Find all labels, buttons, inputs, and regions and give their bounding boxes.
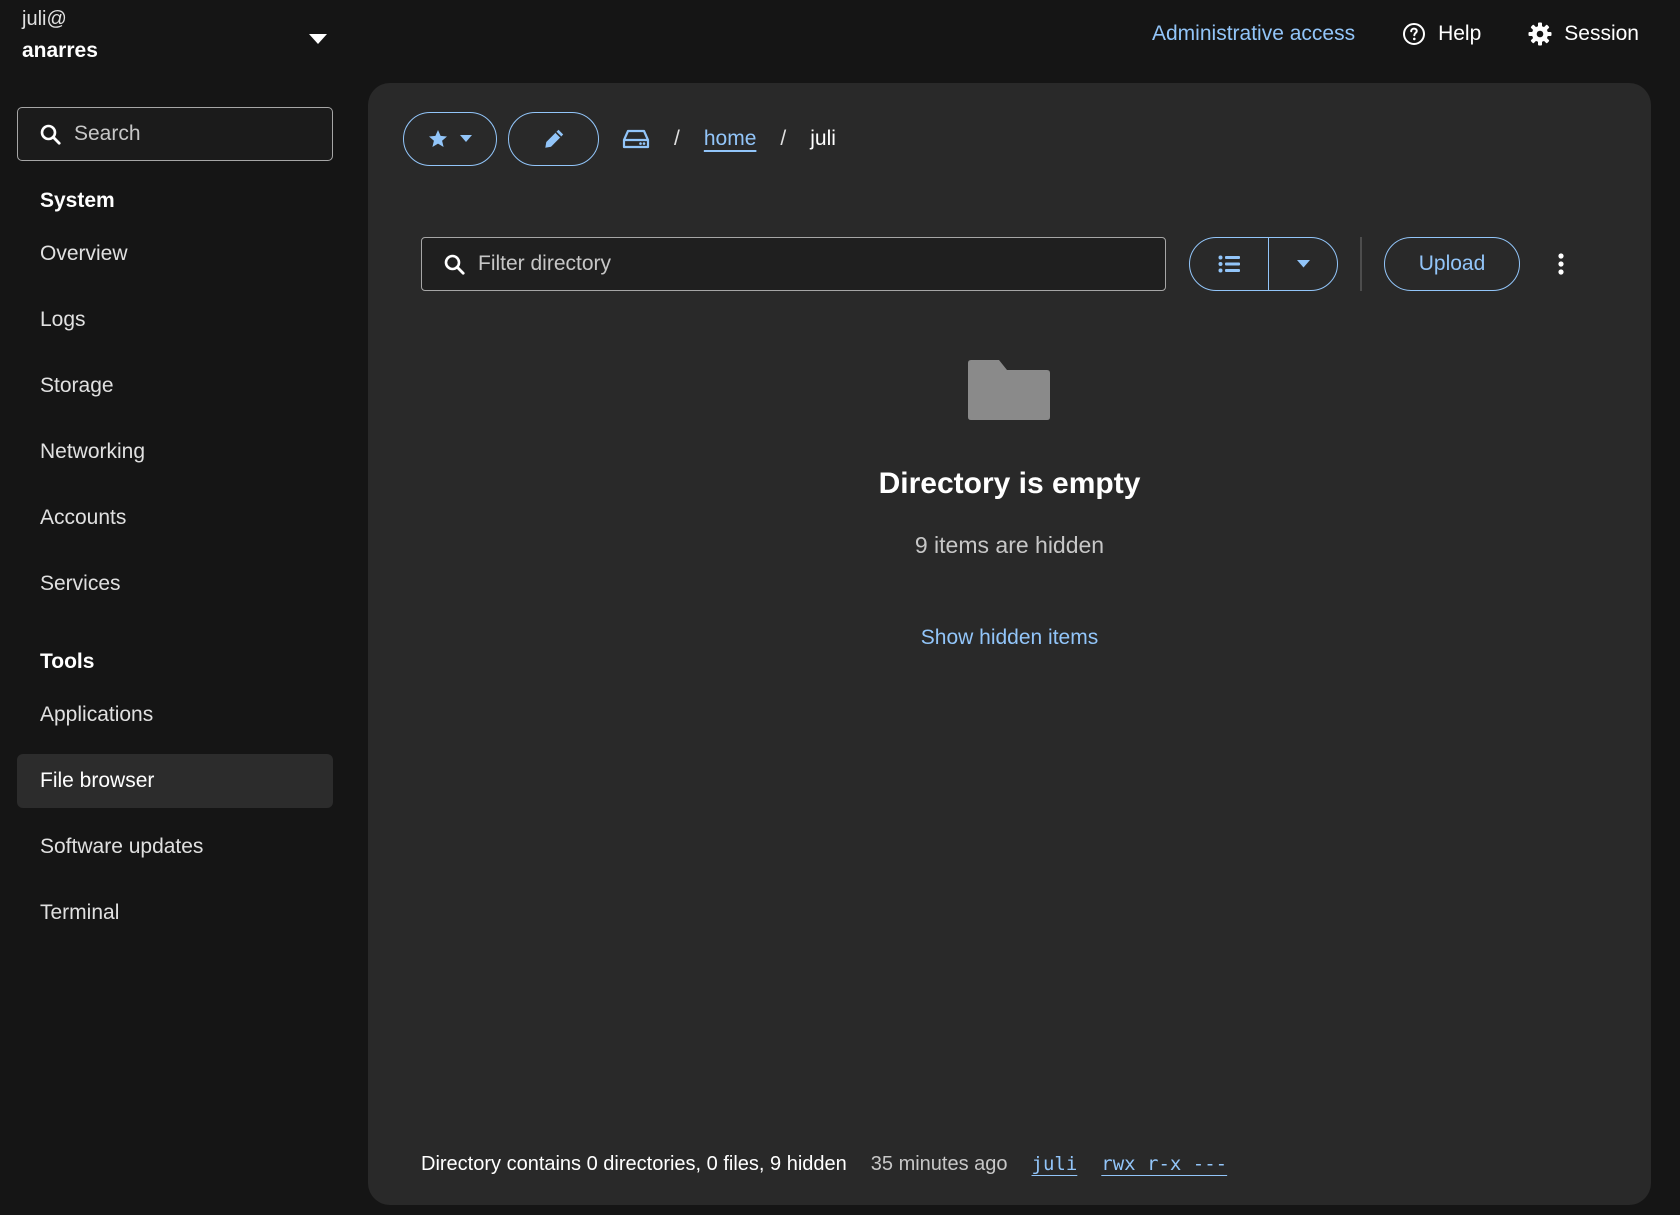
filter-directory-input[interactable] [478,252,1128,276]
favorites-button[interactable] [403,112,497,166]
permissions-link[interactable]: rwx r-x --- [1101,1153,1227,1175]
sidebar-item-software-updates[interactable]: Software updates [17,820,333,874]
folder-icon [968,360,1050,420]
sidebar-item-services[interactable]: Services [17,557,333,611]
caret-down-icon [460,135,472,142]
sidebar-item-terminal[interactable]: Terminal [17,886,333,940]
toolbar-divider [1360,237,1362,291]
nav-section-tools: Tools [40,650,95,673]
directory-summary: Directory contains 0 directories, 0 file… [421,1152,847,1175]
empty-state-title: Directory is empty [878,467,1141,500]
help-label: Help [1438,22,1482,45]
top-navigation: Administrative access Help Session [1152,16,1639,52]
help-button[interactable]: Help [1402,22,1481,46]
host-name: anarres [22,39,98,62]
empty-state-subtitle: 9 items are hidden [914,532,1105,558]
session-label: Session [1564,22,1639,45]
breadcrumb-separator: / [674,127,680,150]
view-mode-toggle [1189,237,1338,291]
search-icon [444,254,465,275]
breadcrumb-current: juli [810,127,836,150]
filter-directory-field[interactable] [421,237,1166,291]
modified-time: 35 minutes ago [870,1152,1008,1175]
search-icon [40,124,61,145]
help-icon [1403,23,1426,45]
sidebar-item-storage[interactable]: Storage [17,359,333,413]
more-actions-button[interactable] [1546,241,1576,287]
sidebar-item-file-browser[interactable]: File browser [17,754,333,808]
directory-footer: Directory contains 0 directories, 0 file… [421,1149,1227,1179]
sidebar-search-input[interactable] [74,122,314,146]
show-hidden-items-button[interactable]: Show hidden items [921,626,1098,649]
show-hidden-wrapper: Show hidden items [368,626,1651,650]
sidebar-item-accounts[interactable]: Accounts [17,491,333,545]
nav-section-system: System [40,189,115,212]
owner-link[interactable]: juli [1032,1153,1078,1175]
breadcrumb-separator: / [780,127,787,150]
sidebar-search[interactable] [17,107,333,161]
session-button[interactable]: Session [1528,22,1639,46]
host-user: juli@ [22,8,67,30]
sidebar-item-applications[interactable]: Applications [17,688,333,742]
drive-icon[interactable] [622,128,650,150]
star-icon [429,130,447,147]
breadcrumb-home-link[interactable]: home [704,127,757,151]
list-view-button[interactable] [1190,238,1269,290]
host-switcher[interactable]: juli@ anarres [22,6,332,66]
view-options-dropdown[interactable] [1269,238,1337,290]
sidebar-item-networking[interactable]: Networking [17,425,333,479]
breadcrumb: / home / juli [622,118,836,160]
administrative-access-button[interactable]: Administrative access [1152,22,1355,46]
sidebar-item-logs[interactable]: Logs [17,293,333,347]
upload-button[interactable]: Upload [1384,237,1520,291]
edit-path-button[interactable] [508,112,599,166]
pencil-icon [544,129,563,148]
kebab-icon [1558,253,1564,275]
file-browser-panel: / home / juli Upload [368,83,1651,1205]
sidebar-item-overview[interactable]: Overview [17,227,333,281]
gear-icon [1528,22,1552,46]
caret-down-icon [1296,260,1310,268]
list-icon [1218,255,1240,273]
caret-down-icon [309,34,327,44]
